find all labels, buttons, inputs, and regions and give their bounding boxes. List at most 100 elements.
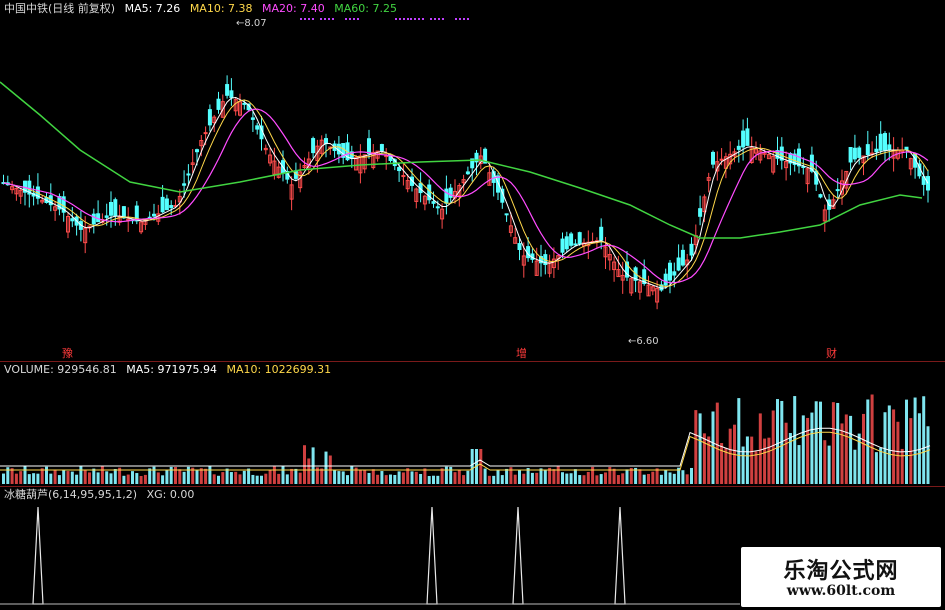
volume-bar <box>358 470 362 484</box>
volume-bar <box>492 475 496 484</box>
volume-bar <box>621 473 625 484</box>
candle-body <box>401 175 406 178</box>
volume-bar <box>479 449 483 484</box>
signal-dot <box>349 18 351 20</box>
volume-bar <box>290 468 294 484</box>
volume-bar <box>376 474 380 484</box>
volume-bar <box>655 468 659 484</box>
volume-bar <box>917 413 921 484</box>
volume-bar <box>720 443 724 484</box>
volume-bar <box>763 438 767 484</box>
volume-bar <box>2 473 5 484</box>
volume-bar <box>294 468 298 484</box>
volume-bar <box>277 473 281 484</box>
volume-bar <box>849 415 853 484</box>
volume-bar <box>569 473 573 484</box>
volume-bar <box>698 413 702 484</box>
volume-bar <box>651 471 655 484</box>
watermark-url: www.60lt.com <box>786 583 896 599</box>
volume-bar <box>36 473 40 484</box>
volume-bar <box>595 475 599 484</box>
volume-bar <box>367 473 371 484</box>
signal-dot <box>467 18 469 20</box>
volume-bar <box>604 472 607 484</box>
candle-body <box>736 145 741 150</box>
candle-body <box>448 187 453 198</box>
indicator-spike <box>614 506 626 605</box>
volume-bar <box>801 415 805 484</box>
volume-bar <box>737 398 741 484</box>
volume-bar <box>419 473 423 484</box>
candle-body <box>599 226 604 241</box>
volume-bar <box>333 470 337 484</box>
candle-body <box>397 167 402 172</box>
volume-bar <box>389 474 392 484</box>
volume-bar <box>298 472 302 484</box>
volume-bar <box>204 468 208 484</box>
volume-bar <box>715 402 719 484</box>
volume-bar <box>427 475 431 484</box>
candle-body <box>698 208 703 217</box>
volume-bar <box>862 413 865 484</box>
volume-bar <box>457 470 461 484</box>
volume-bar <box>707 436 711 484</box>
signal-dot <box>353 18 355 20</box>
signal-dot <box>422 18 424 20</box>
volume-bar <box>156 472 160 484</box>
signal-dot <box>345 18 347 20</box>
signal-dot <box>410 18 412 20</box>
candle-body <box>883 133 887 151</box>
volume-bar <box>182 471 186 484</box>
volume-bar <box>208 466 212 484</box>
volume-bar <box>27 474 31 484</box>
volume-bar <box>612 468 616 484</box>
volume-bar <box>500 475 504 484</box>
volume-bar <box>281 466 285 484</box>
candle-body <box>164 198 169 211</box>
candle-body <box>689 243 694 256</box>
volume-bar <box>694 410 698 484</box>
volume-bar <box>75 474 79 484</box>
volume-bar <box>436 475 440 484</box>
volume-bar <box>92 468 96 484</box>
candle-body <box>711 151 715 165</box>
volume-bar <box>690 467 693 484</box>
candle-body <box>668 262 672 281</box>
candle-body <box>255 125 260 130</box>
volume-bar <box>96 472 100 484</box>
volume-bar <box>165 469 169 484</box>
volume-bar <box>66 471 70 484</box>
signal-dot <box>418 18 420 20</box>
volume-bar <box>814 401 818 484</box>
volume-bar <box>470 449 474 484</box>
volume-bar <box>186 466 190 484</box>
volume-bar <box>616 475 620 484</box>
volume-bar <box>625 469 629 484</box>
volume-bar <box>440 468 444 484</box>
volume-bar <box>83 469 87 484</box>
volume-bar <box>238 474 242 484</box>
volume-bar <box>754 451 758 484</box>
volume-bar <box>810 412 814 484</box>
candle-body <box>229 90 234 98</box>
candle-body <box>573 243 578 246</box>
volume-bar <box>444 466 448 484</box>
volume-bar <box>109 473 113 484</box>
volume-bar <box>45 466 48 484</box>
volume-bar <box>831 402 835 484</box>
candle-body <box>250 117 255 120</box>
volume-bar <box>543 470 547 484</box>
signal-dot <box>459 18 461 20</box>
volume-bar <box>126 474 130 484</box>
volume-bar <box>836 402 840 484</box>
candle-body <box>182 183 187 186</box>
volume-bar <box>14 473 18 484</box>
volume-bar <box>247 468 251 484</box>
volume-bar <box>659 474 663 484</box>
chart-canvas[interactable] <box>0 0 945 609</box>
volume-bar <box>40 468 44 484</box>
candle-body <box>152 213 156 217</box>
volume-bar <box>169 466 173 484</box>
volume-bar <box>363 469 367 484</box>
volume-bar <box>199 468 203 484</box>
